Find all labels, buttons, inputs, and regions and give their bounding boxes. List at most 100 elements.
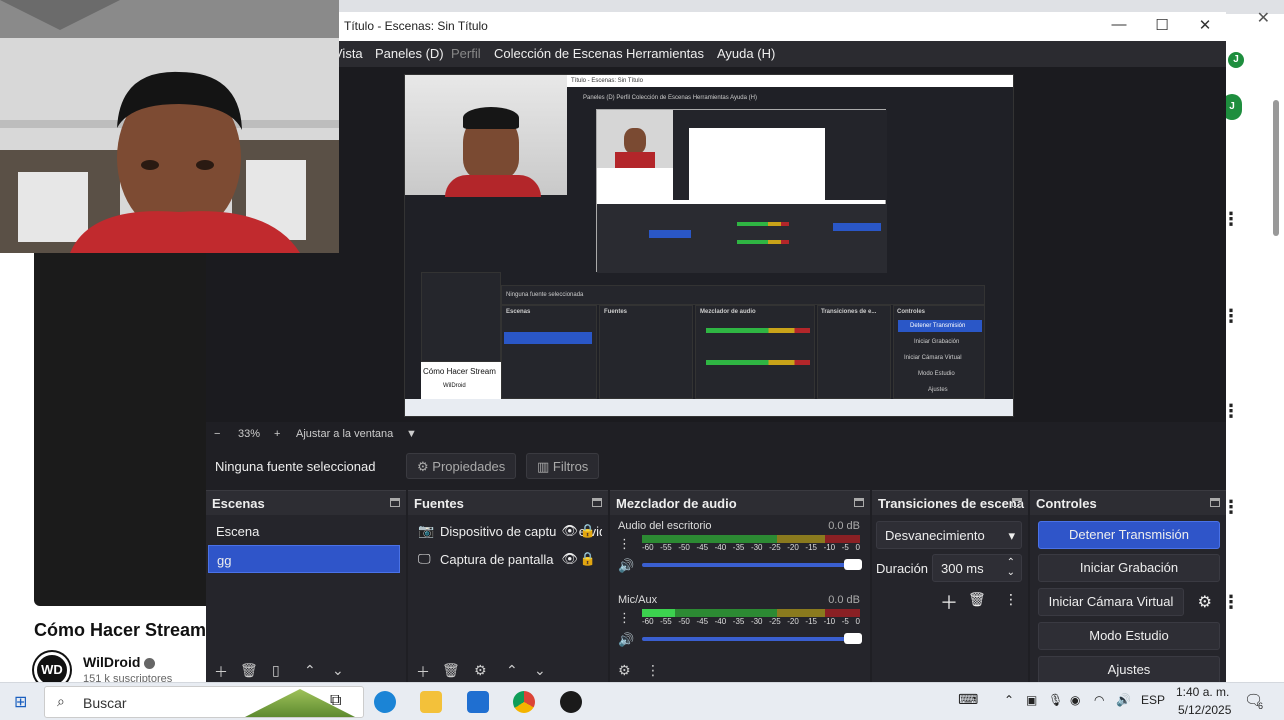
clock-date[interactable]: 5/12/2025 — [1178, 703, 1231, 717]
undock-icon[interactable] — [592, 498, 602, 507]
keyboard-icon[interactable]: ⌨ — [958, 691, 978, 708]
eye-icon[interactable]: 👁 — [557, 551, 578, 567]
eye-icon[interactable]: 👁 — [557, 523, 578, 539]
start-recording-button[interactable]: Iniciar Grabación — [1038, 554, 1220, 582]
more-options-icon[interactable]: ⋮ — [618, 610, 631, 626]
volume-slider[interactable] — [642, 633, 862, 644]
copy-icon[interactable]: ▯ — [272, 662, 280, 679]
zoom-in-button[interactable]: + — [274, 428, 280, 440]
nested-title: Título - Escenas: Sin Título — [571, 78, 643, 84]
source-item-screen[interactable]: 🖵 Captura de pantalla 👁 🔒 — [410, 545, 602, 573]
webcam-image — [0, 0, 339, 253]
mail-icon[interactable] — [467, 691, 489, 713]
source-label: Captura de pantalla — [440, 552, 554, 567]
lock-icon[interactable]: 🔒 — [580, 551, 596, 567]
device-icon[interactable]: ▣ — [1026, 693, 1037, 707]
camera-icon[interactable]: ◉ — [1070, 693, 1080, 707]
browser-close-icon[interactable]: ✕ — [1257, 8, 1270, 28]
nested-scenes: Escenas — [501, 305, 597, 399]
chevron-up-icon[interactable]: ⌃ — [1004, 693, 1014, 707]
wifi-icon[interactable]: ◠ — [1094, 693, 1104, 707]
meter-tick-label: -45 — [696, 543, 709, 552]
studio-mode-button[interactable]: Modo Estudio — [1038, 622, 1220, 650]
chevron-down-icon[interactable]: ⌄ — [534, 662, 546, 679]
page-scroll-thumb[interactable] — [1273, 100, 1279, 236]
channel-name[interactable]: WilDroid — [83, 654, 156, 670]
speaker-icon[interactable]: 🔊 — [618, 632, 634, 648]
trash-icon[interactable]: 🗑 — [240, 662, 258, 679]
meter-tick-label: -55 — [660, 543, 672, 552]
menu-herramientas[interactable]: Herramientas — [626, 46, 704, 61]
obs-titlebar[interactable]: Título - Escenas: Sin Título — ☐ ✕ — [206, 12, 1226, 41]
gear-icon[interactable]: ⚙ — [474, 662, 487, 679]
undock-icon[interactable] — [1210, 498, 1220, 507]
chrome-icon[interactable] — [513, 691, 535, 713]
zoom-out-button[interactable]: − — [214, 428, 220, 440]
nested-transitions-title: Transiciones de e... — [821, 309, 877, 315]
more-options-icon[interactable]: ⋮ — [618, 536, 631, 552]
menu-perfil[interactable]: Perfil — [451, 46, 481, 61]
volume-slider[interactable] — [642, 559, 862, 570]
preview-canvas[interactable]: Título - Escenas: Sin Título Paneles (D)… — [404, 74, 1014, 417]
more-options-icon[interactable]: ⋮ — [646, 662, 660, 679]
language-indicator[interactable]: ESP — [1141, 693, 1165, 707]
windows-start-icon[interactable]: ⊞ — [14, 692, 27, 712]
scene-item[interactable]: Escena — [208, 517, 400, 545]
minimize-button[interactable]: — — [1097, 16, 1141, 33]
volume-knob[interactable] — [844, 633, 862, 644]
settings-button[interactable]: Ajustes — [1038, 656, 1220, 684]
task-view-icon[interactable]: ⧉ — [330, 692, 341, 710]
stop-streaming-button[interactable]: Detener Transmisión — [1038, 521, 1220, 549]
add-icon[interactable]: ＋ — [416, 662, 430, 682]
add-icon[interactable]: ＋ — [214, 662, 228, 682]
edge-icon[interactable] — [374, 691, 396, 713]
fit-to-window-button[interactable]: Ajustar a la ventana — [296, 428, 393, 440]
chevron-down-icon[interactable]: ⌄ — [332, 662, 344, 679]
close-button[interactable]: ✕ — [1183, 16, 1227, 34]
clock-time[interactable]: 1:40 a. m. — [1176, 685, 1229, 699]
source-toolbar: Ninguna fuente seleccionada ⚙ Propiedade… — [206, 452, 1226, 482]
channel-db: 0.0 dB — [828, 520, 860, 532]
preview-area[interactable]: Título - Escenas: Sin Título Paneles (D)… — [206, 67, 1226, 422]
taskbar-search[interactable]: ⌕ Buscar — [44, 686, 364, 718]
add-transition-icon[interactable]: ＋ — [940, 589, 958, 615]
controls-header: Controles — [1030, 491, 1226, 515]
duration-spinbox[interactable]: 300 ms ⌃ ⌄ — [932, 554, 1022, 582]
chevron-down-icon[interactable]: ⌄ — [1007, 567, 1015, 578]
meter-tick-label: -45 — [696, 617, 709, 626]
nested-mixer-title: Mezclador de audio — [700, 309, 756, 315]
undock-icon[interactable] — [390, 498, 400, 507]
user-avatar[interactable]: J — [1228, 52, 1244, 68]
source-item-camera[interactable]: 📷 Dispositivo de captura de video 👁 🔒 — [410, 517, 602, 545]
menu-paneles[interactable]: Paneles (D) — [375, 46, 444, 61]
maximize-button[interactable]: ☐ — [1140, 16, 1184, 34]
file-explorer-icon[interactable] — [420, 691, 442, 713]
chevron-up-icon[interactable]: ⌃ — [506, 662, 518, 679]
scene-item-selected[interactable]: gg — [208, 545, 400, 573]
gear-icon[interactable]: ⚙ — [618, 662, 631, 679]
more-options-icon[interactable]: ⋮ — [1004, 591, 1018, 608]
duration-value: 300 ms — [941, 561, 984, 576]
menu-coleccion-escenas[interactable]: Colección de Escenas — [494, 46, 623, 61]
speaker-icon[interactable]: 🔊 — [618, 558, 634, 574]
chevron-up-icon[interactable]: ⌃ — [304, 662, 316, 679]
obs-icon[interactable] — [560, 691, 582, 713]
chevron-down-icon[interactable]: ▼ — [406, 428, 417, 440]
undock-icon[interactable] — [1012, 498, 1022, 507]
properties-button[interactable]: ⚙ Propiedades — [406, 453, 517, 479]
menu-ayuda[interactable]: Ayuda (H) — [717, 46, 775, 61]
scenes-footer: ＋ 🗑 ▯ ⌃ ⌄ — [206, 660, 406, 682]
volume-icon[interactable]: 🔊 — [1116, 693, 1131, 707]
trash-icon[interactable]: 🗑 — [442, 662, 460, 679]
volume-knob[interactable] — [844, 559, 862, 570]
trash-icon[interactable]: 🗑 — [968, 591, 986, 608]
gear-icon[interactable]: ⚙ — [1198, 592, 1212, 612]
lock-icon[interactable]: 🔒 — [580, 523, 596, 539]
channel-name-text[interactable]: WilDroid — [83, 654, 140, 670]
transition-select[interactable]: Desvanecimiento ▾ — [876, 521, 1022, 549]
undock-icon[interactable] — [854, 498, 864, 507]
start-virtual-camera-button[interactable]: Iniciar Cámara Virtual — [1038, 588, 1184, 616]
video-title[interactable]: Cómo Hacer Stream — [34, 620, 206, 641]
filters-button[interactable]: ▥ Filtros — [526, 453, 600, 479]
microphone-icon[interactable]: 🎙 — [1048, 693, 1063, 707]
